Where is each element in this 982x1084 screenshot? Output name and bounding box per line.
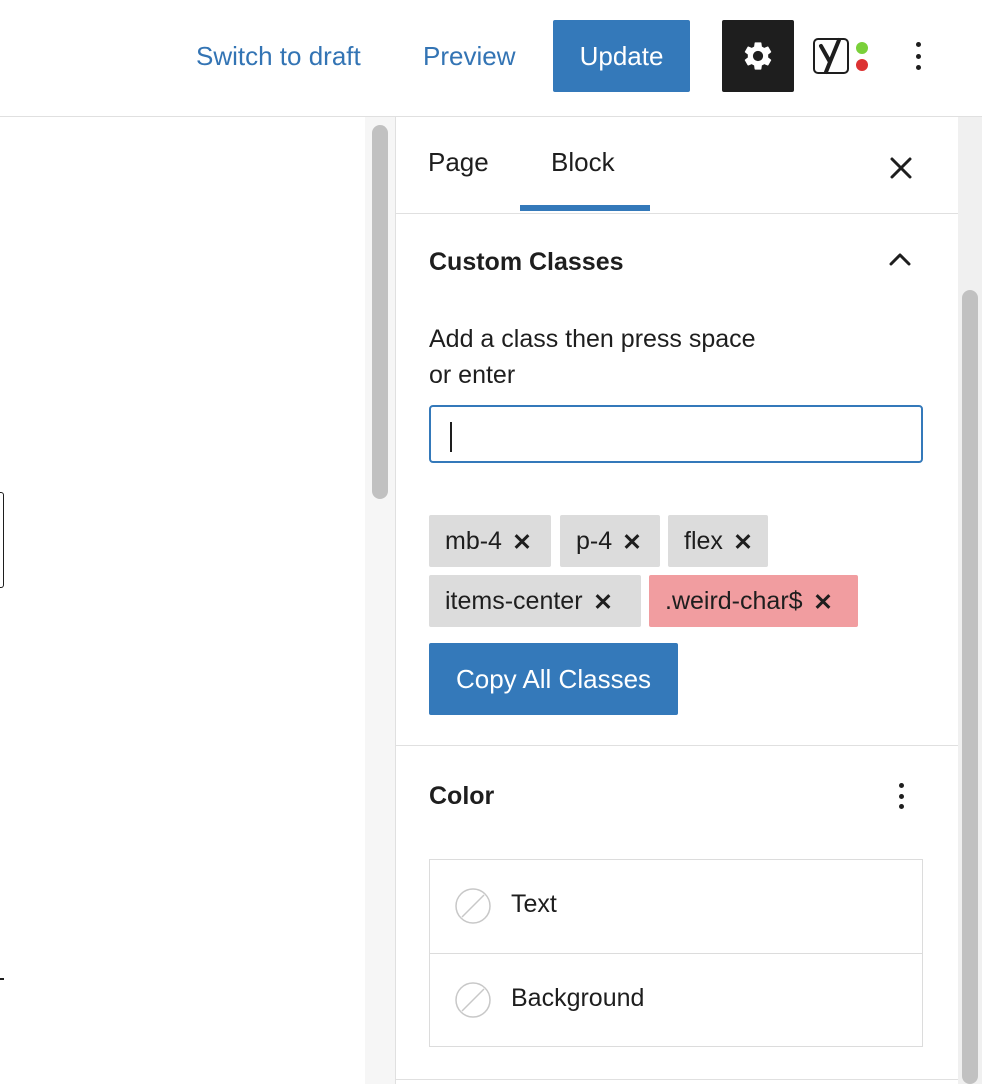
update-button[interactable]: Update — [553, 20, 690, 92]
tab-page[interactable]: Page — [428, 147, 489, 178]
tab-block[interactable]: Block — [551, 147, 615, 178]
preview-button[interactable]: Preview — [423, 38, 515, 74]
class-chip: items-center — [429, 575, 641, 627]
color-item-background[interactable]: Background — [430, 953, 922, 1047]
class-input[interactable] — [429, 405, 923, 463]
settings-button[interactable] — [722, 20, 794, 92]
settings-sidebar: Page Block Custom Classes Add a class th… — [395, 117, 960, 1084]
yoast-icon — [813, 38, 868, 74]
chevron-up-icon[interactable] — [888, 251, 912, 267]
editor-mark — [0, 978, 4, 980]
sidebar-scrollbar[interactable] — [962, 290, 978, 1084]
color-section-title: Color — [429, 782, 495, 810]
remove-class-icon[interactable] — [618, 527, 646, 555]
custom-classes-help: Add a class then press space or enter — [429, 321, 809, 393]
switch-to-draft-button[interactable]: Switch to draft — [196, 38, 361, 74]
remove-class-icon[interactable] — [508, 527, 536, 555]
class-chip-label: .weird-char$ — [665, 586, 803, 615]
class-chip: p-4 — [560, 515, 660, 567]
class-chip-label: flex — [684, 526, 723, 555]
sidebar-tabs: Page Block — [396, 117, 959, 214]
color-options-panel: Text Background — [429, 859, 923, 1047]
remove-class-icon[interactable] — [729, 527, 757, 555]
class-chip-label: items-center — [445, 586, 583, 615]
class-chip-label: mb-4 — [445, 526, 502, 555]
custom-classes-title[interactable]: Custom Classes — [429, 248, 624, 277]
section-divider — [396, 745, 959, 746]
editor-scrollbar[interactable] — [372, 125, 388, 499]
no-color-swatch-icon — [455, 888, 491, 924]
editor-header: Switch to draft Preview Update — [0, 0, 982, 117]
color-item-label: Background — [511, 984, 645, 1012]
yoast-seo-button[interactable] — [812, 36, 872, 76]
more-vertical-icon — [915, 42, 921, 47]
copy-all-classes-button[interactable]: Copy All Classes — [429, 643, 678, 715]
text-caret — [450, 422, 452, 452]
remove-class-icon[interactable] — [589, 587, 617, 615]
more-vertical-icon — [898, 783, 904, 788]
close-icon[interactable] — [884, 151, 918, 185]
options-button[interactable] — [914, 42, 922, 70]
no-color-swatch-icon — [455, 982, 491, 1018]
class-chip: flex — [668, 515, 768, 567]
editor-block-edge — [0, 492, 4, 588]
remove-class-icon[interactable] — [809, 587, 837, 615]
active-tab-indicator — [520, 205, 650, 211]
class-chip-invalid: .weird-char$ — [649, 575, 858, 627]
help-line-2: or enter — [429, 361, 516, 389]
class-chip-label: p-4 — [576, 526, 613, 555]
color-options-button[interactable] — [897, 783, 905, 809]
color-item-label: Text — [511, 890, 557, 918]
class-chip: mb-4 — [429, 515, 551, 567]
color-item-text[interactable]: Text — [430, 860, 922, 953]
help-line-1: Add a class then press space — [429, 325, 756, 353]
gear-icon — [744, 42, 772, 70]
section-divider — [396, 1079, 959, 1080]
